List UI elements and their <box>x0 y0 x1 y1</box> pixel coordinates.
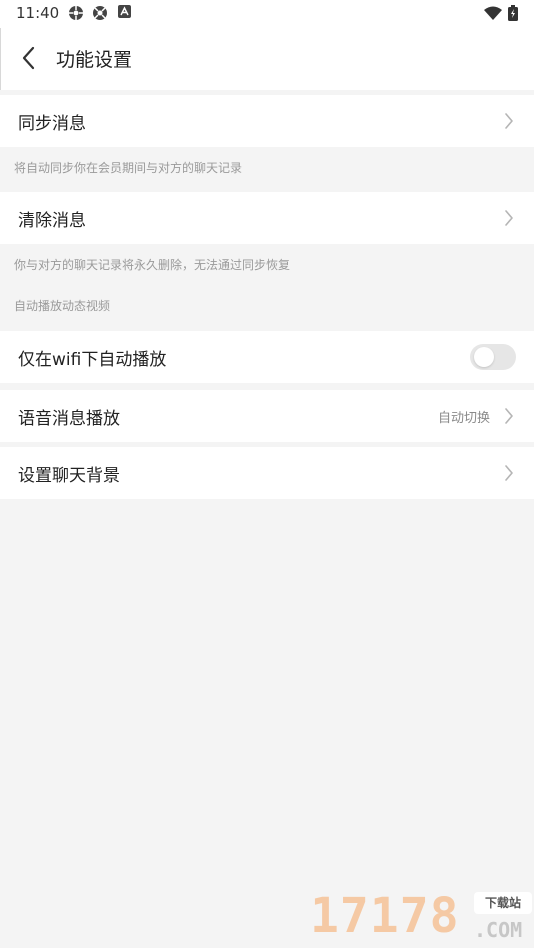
app-icon-1 <box>69 6 83 20</box>
chevron-left-icon[interactable] <box>16 43 42 73</box>
watermark-badge: 下载站 <box>474 892 532 914</box>
header-edge-divider <box>0 28 1 90</box>
sync-messages-label: 同步消息 <box>18 114 86 134</box>
wifi-autoplay-label: 仅在wifi下自动播放 <box>18 350 167 370</box>
page-title: 功能设置 <box>56 49 133 71</box>
watermark-logo: 17178 下载站 .COM <box>308 884 534 948</box>
wifi-autoplay-item: 仅在wifi下自动播放 <box>0 331 534 383</box>
clear-messages-item[interactable]: 清除消息 <box>0 192 534 244</box>
chevron-right-icon <box>505 113 513 129</box>
voice-playback-value: 自动切换 <box>437 411 490 426</box>
toggle-knob <box>474 347 494 367</box>
clear-messages-label: 清除消息 <box>18 211 86 231</box>
watermark-domain: .COM <box>474 918 523 942</box>
autoplay-section-title: 自动播放动态视频 <box>14 299 111 313</box>
app-header: 功能设置 <box>0 28 534 90</box>
accessibility-icon <box>118 5 131 18</box>
chat-background-item[interactable]: 设置聊天背景 <box>0 447 534 499</box>
wifi-autoplay-toggle[interactable] <box>470 344 516 370</box>
chevron-right-icon <box>505 465 513 481</box>
voice-playback-item[interactable]: 语音消息播放 自动切换 <box>0 390 534 442</box>
watermark-number: 17178 <box>310 888 460 944</box>
battery-icon <box>508 5 518 21</box>
status-time: 11:40 <box>16 4 60 22</box>
app-icon-2 <box>93 6 107 20</box>
chat-background-label: 设置聊天背景 <box>18 466 120 486</box>
chevron-right-icon <box>505 210 513 226</box>
sync-messages-hint: 将自动同步你在会员期间与对方的聊天记录 <box>14 161 243 175</box>
wifi-icon <box>484 6 502 20</box>
chevron-right-icon <box>505 408 513 424</box>
status-bar: 11:40 <box>0 0 534 28</box>
clear-messages-hint: 你与对方的聊天记录将永久删除，无法通过同步恢复 <box>14 258 291 272</box>
voice-playback-label: 语音消息播放 <box>18 409 120 429</box>
sync-messages-item[interactable]: 同步消息 <box>0 95 534 147</box>
